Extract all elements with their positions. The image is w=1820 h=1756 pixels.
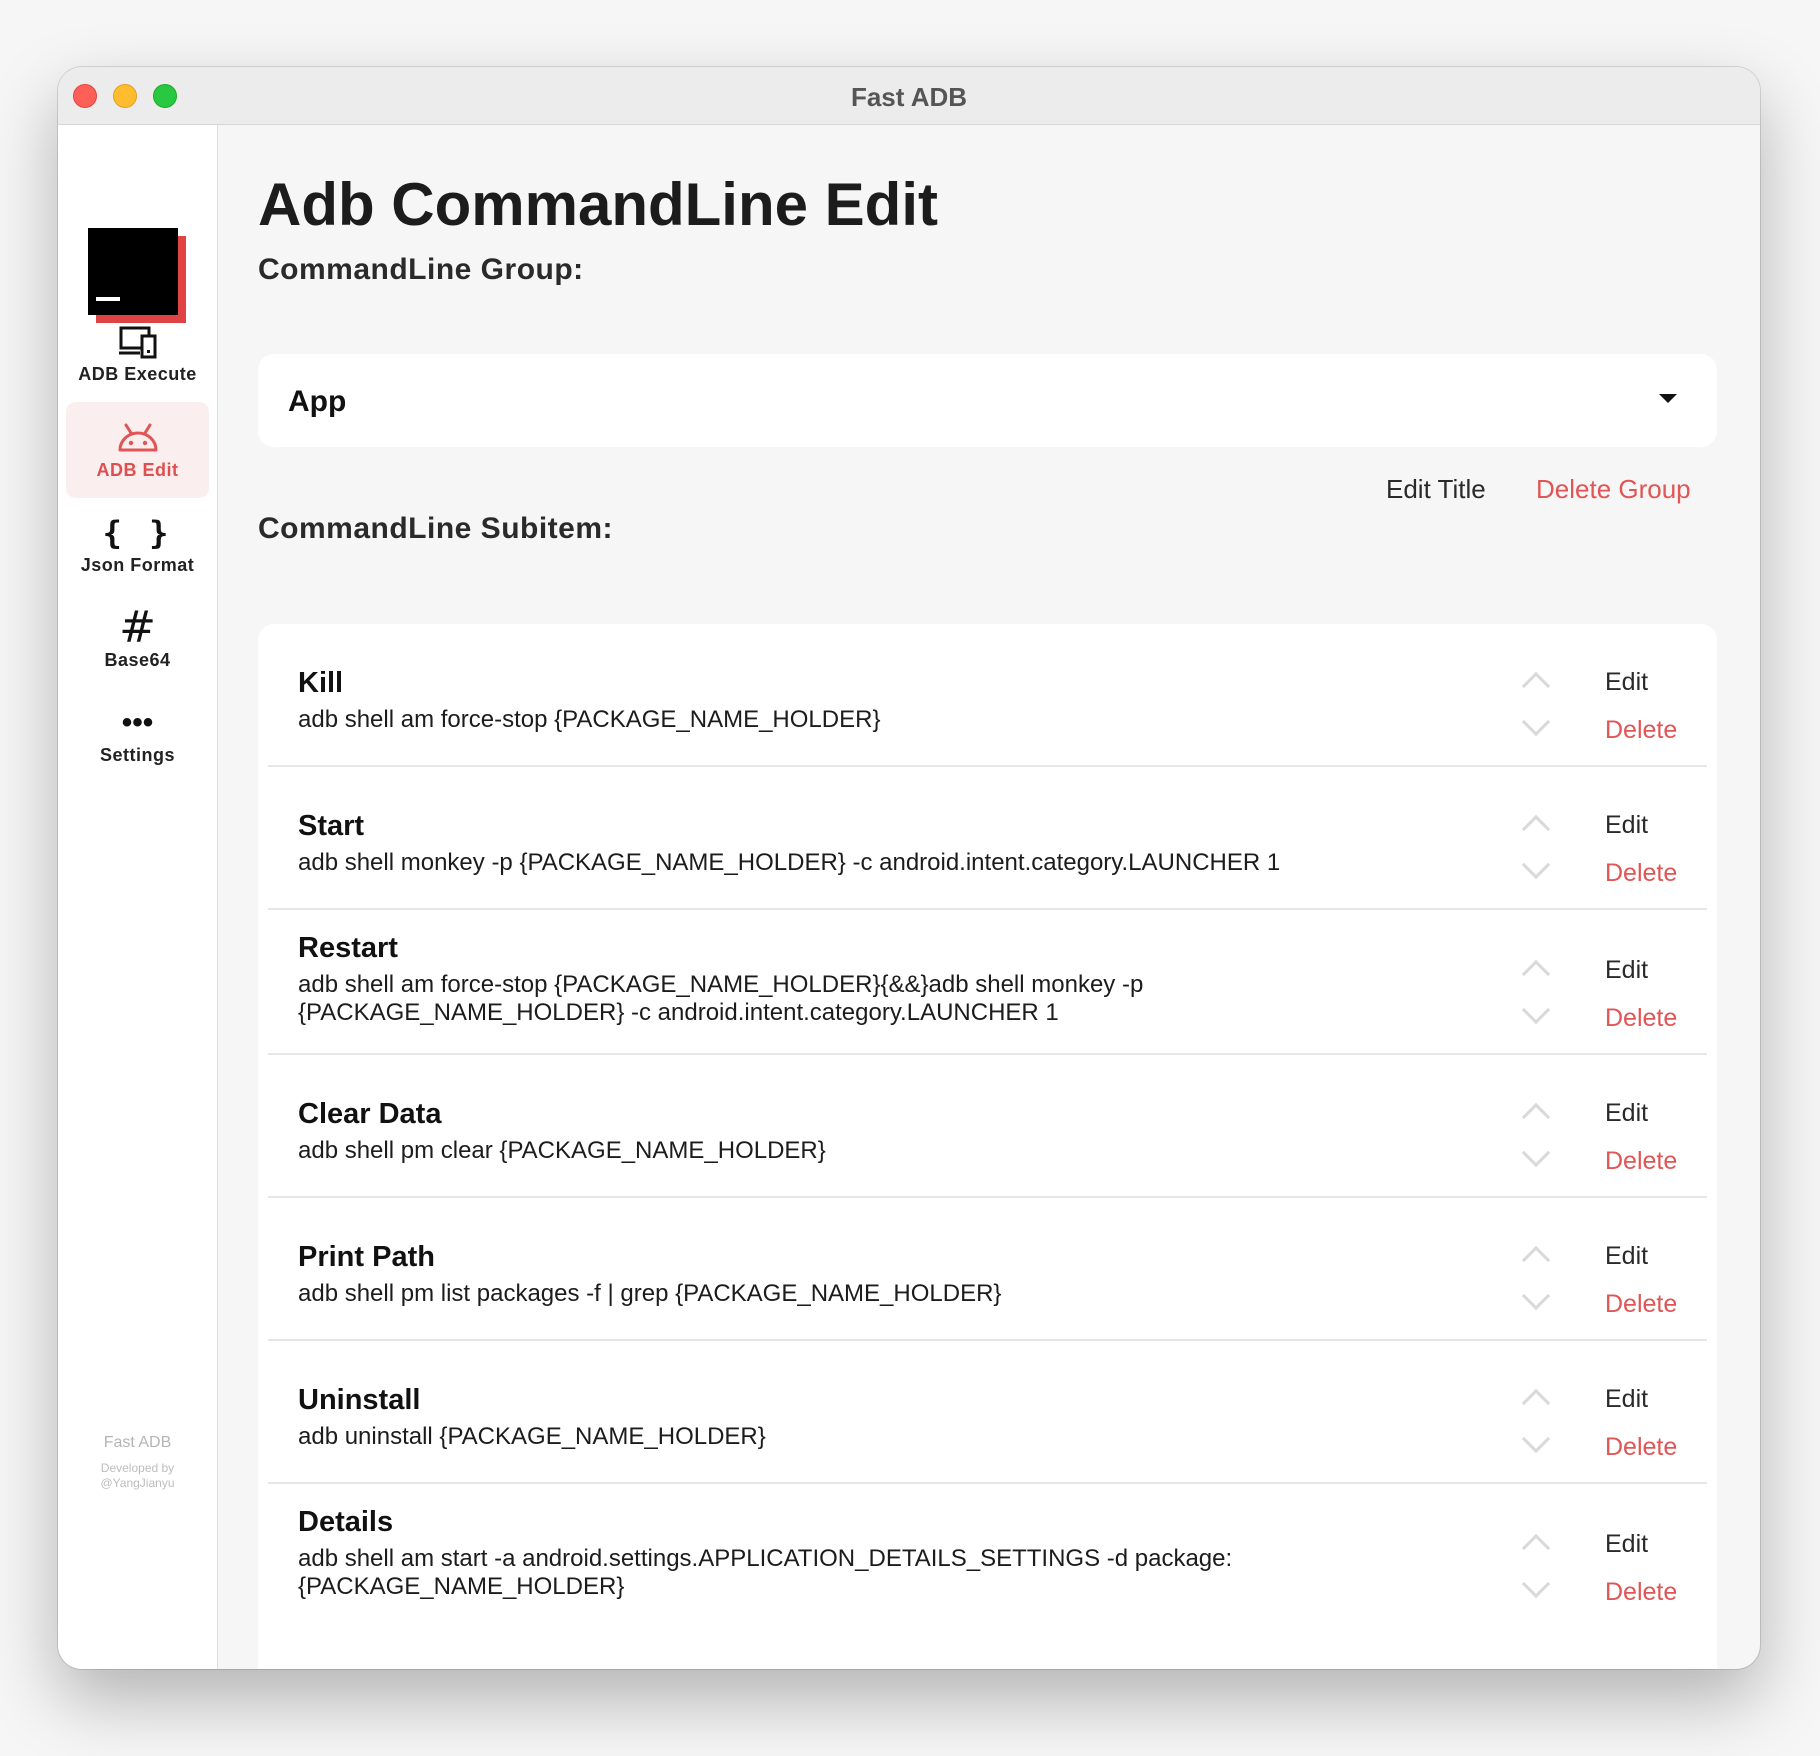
edit-button[interactable]: Edit bbox=[1605, 811, 1648, 840]
sidebar-item-base64[interactable]: # Base64 bbox=[66, 592, 209, 688]
edit-title-button[interactable]: Edit Title bbox=[1386, 474, 1486, 505]
sidebar-item-adb-execute[interactable]: ADB Execute bbox=[66, 306, 209, 402]
delete-button[interactable]: Delete bbox=[1605, 1290, 1677, 1319]
group-select[interactable]: App bbox=[258, 354, 1717, 447]
list-item: Details adb shell am start -a android.se… bbox=[268, 1484, 1707, 1629]
delete-button[interactable]: Delete bbox=[1605, 1147, 1677, 1176]
subitem-title: Uninstall bbox=[298, 1384, 421, 1416]
subitem-title: Restart bbox=[298, 932, 398, 964]
sidebar-item-json-format[interactable]: { } Json Format bbox=[66, 497, 209, 593]
subitem-title: Print Path bbox=[298, 1241, 435, 1273]
move-up-icon[interactable] bbox=[1521, 671, 1551, 701]
list-item: Kill adb shell am force-stop {PACKAGE_NA… bbox=[268, 624, 1707, 767]
edit-button[interactable]: Edit bbox=[1605, 1242, 1648, 1271]
list-item: Print Path adb shell pm list packages -f… bbox=[268, 1198, 1707, 1341]
subitem-command: adb shell am start -a android.settings.A… bbox=[298, 1545, 1233, 1600]
page-title: Adb CommandLine Edit bbox=[258, 171, 938, 238]
move-up-icon[interactable] bbox=[1521, 1102, 1551, 1132]
footer-app-name: Fast ADB bbox=[103, 1434, 172, 1451]
move-up-icon[interactable] bbox=[1521, 959, 1551, 989]
sidebar-item-label: ADB Execute bbox=[78, 364, 197, 384]
group-section-label: CommandLine Group: bbox=[258, 253, 584, 286]
sidebar-item-label: Base64 bbox=[104, 650, 171, 670]
subitem-command: adb shell am force-stop {PACKAGE_NAME_HO… bbox=[298, 971, 1144, 1026]
subitem-title: Start bbox=[298, 810, 365, 842]
sidebar-item-adb-edit[interactable]: ADB Edit bbox=[66, 402, 209, 498]
subitem-title: Details bbox=[298, 1506, 394, 1538]
footer-credit: Developed by @YangJianyu bbox=[100, 1461, 175, 1490]
sidebar-item-label: Json Format bbox=[80, 555, 195, 575]
delete-group-button[interactable]: Delete Group bbox=[1536, 474, 1691, 505]
main-content: Adb CommandLine Edit CommandLine Group: … bbox=[218, 125, 1760, 1669]
move-down-icon[interactable] bbox=[1521, 707, 1551, 737]
subitem-command: adb shell am force-stop {PACKAGE_NAME_HO… bbox=[298, 706, 881, 733]
move-down-icon[interactable] bbox=[1521, 1138, 1551, 1168]
app-window: Fast ADB ADB Execute ADB Edit {} Json F… bbox=[58, 67, 1760, 1669]
hash-icon: # bbox=[119, 602, 156, 653]
delete-button[interactable]: Delete bbox=[1605, 859, 1677, 888]
edit-button[interactable]: Edit bbox=[1605, 1385, 1648, 1414]
subitem-title: Clear Data bbox=[298, 1098, 442, 1130]
move-down-icon[interactable] bbox=[1521, 995, 1551, 1025]
list-item: Start adb shell monkey -p {PACKAGE_NAME_… bbox=[268, 767, 1707, 910]
move-up-icon[interactable] bbox=[1521, 1533, 1551, 1563]
edit-button[interactable]: Edit bbox=[1605, 668, 1648, 697]
edit-button[interactable]: Edit bbox=[1605, 1530, 1648, 1559]
move-down-icon[interactable] bbox=[1521, 850, 1551, 880]
move-down-icon[interactable] bbox=[1521, 1424, 1551, 1454]
more-icon: ••• bbox=[121, 706, 154, 739]
subitem-command: adb shell pm list packages -f | grep {PA… bbox=[298, 1280, 1002, 1307]
move-up-icon[interactable] bbox=[1521, 814, 1551, 844]
braces-icon: { } bbox=[102, 514, 173, 552]
window-title: Fast ADB bbox=[850, 82, 968, 112]
subitem-section-label: CommandLine Subitem: bbox=[258, 512, 614, 545]
subitem-list: Kill adb shell am force-stop {PACKAGE_NA… bbox=[258, 624, 1717, 1669]
group-select-value: App bbox=[288, 385, 347, 418]
list-item: Uninstall adb uninstall {PACKAGE_NAME_HO… bbox=[268, 1341, 1707, 1484]
edit-button[interactable]: Edit bbox=[1605, 1099, 1648, 1128]
list-item: Clear Data adb shell pm clear {PACKAGE_N… bbox=[268, 1055, 1707, 1198]
delete-button[interactable]: Delete bbox=[1605, 1004, 1677, 1033]
edit-button[interactable]: Edit bbox=[1605, 956, 1648, 985]
subitem-title: Kill bbox=[298, 667, 344, 699]
devices-icon bbox=[66, 320, 209, 364]
move-down-icon[interactable] bbox=[1521, 1281, 1551, 1311]
sidebar-item-settings[interactable]: ••• Settings bbox=[66, 687, 209, 783]
subitem-command: adb shell pm clear {PACKAGE_NAME_HOLDER} bbox=[298, 1137, 826, 1164]
move-up-icon[interactable] bbox=[1521, 1245, 1551, 1275]
sidebar-item-label: ADB Edit bbox=[96, 460, 179, 480]
sidebar: ADB Execute ADB Edit { } Json Format # B… bbox=[58, 125, 218, 1669]
android-icon bbox=[66, 416, 209, 460]
subitem-command: adb shell monkey -p {PACKAGE_NAME_HOLDER… bbox=[298, 849, 1281, 876]
caret-down-icon bbox=[1659, 394, 1677, 403]
subitem-command: adb uninstall {PACKAGE_NAME_HOLDER} bbox=[298, 1423, 766, 1450]
sidebar-item-label: Settings bbox=[99, 745, 175, 765]
delete-button[interactable]: Delete bbox=[1605, 1578, 1677, 1607]
move-down-icon[interactable] bbox=[1521, 1569, 1551, 1599]
move-up-icon[interactable] bbox=[1521, 1388, 1551, 1418]
delete-button[interactable]: Delete bbox=[1605, 1433, 1677, 1462]
list-item: Restart adb shell am force-stop {PACKAGE… bbox=[268, 910, 1707, 1055]
delete-button[interactable]: Delete bbox=[1605, 716, 1677, 745]
title-bar[interactable]: Fast ADB bbox=[58, 67, 1760, 125]
